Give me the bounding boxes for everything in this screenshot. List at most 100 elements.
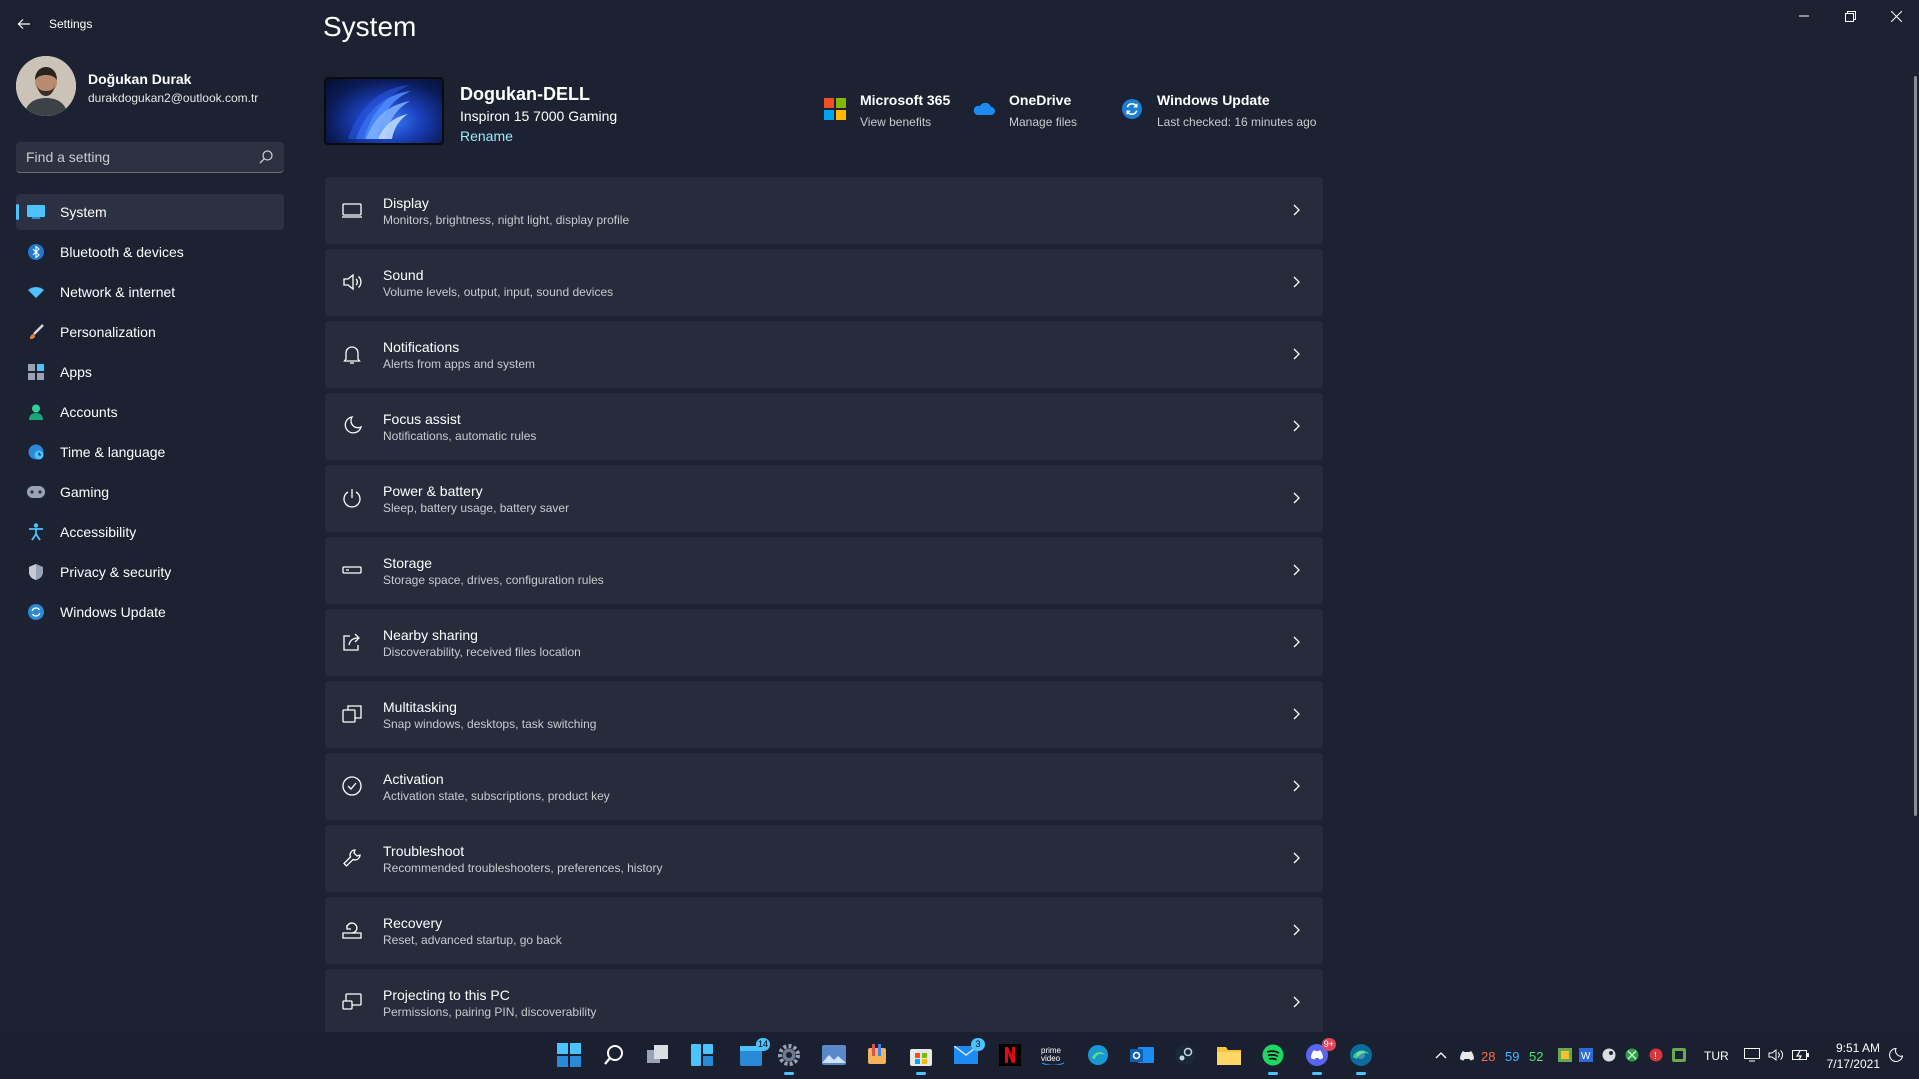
notification-center-button[interactable] bbox=[1883, 1042, 1909, 1068]
taskbar-app-settings[interactable] bbox=[776, 1042, 802, 1075]
widgets-button[interactable] bbox=[689, 1042, 715, 1068]
card-projecting[interactable]: Projecting to this PC Permissions, pairi… bbox=[325, 969, 1323, 1036]
restore-icon bbox=[1844, 10, 1856, 22]
start-button[interactable] bbox=[556, 1042, 582, 1068]
sidebar-item-label: System bbox=[60, 204, 107, 220]
taskbar-app-paint[interactable] bbox=[864, 1042, 890, 1068]
card-power-battery[interactable]: Power & battery Sleep, battery usage, ba… bbox=[325, 465, 1323, 532]
search-box[interactable] bbox=[16, 142, 284, 173]
taskbar-app-mail[interactable]: 3 bbox=[953, 1038, 985, 1068]
sidebar-item-bluetooth[interactable]: Bluetooth & devices bbox=[16, 234, 284, 270]
card-subtitle: Sleep, battery usage, battery saver bbox=[383, 501, 570, 515]
card-activation[interactable]: Activation Activation state, subscriptio… bbox=[325, 753, 1323, 820]
windows-logo-icon bbox=[557, 1043, 581, 1067]
taskbar-app-spotify[interactable] bbox=[1260, 1042, 1286, 1075]
taskbar-app-discord[interactable]: 9+ bbox=[1304, 1038, 1336, 1075]
tray-battery[interactable] bbox=[1788, 1042, 1814, 1068]
arrow-left-icon bbox=[17, 19, 30, 29]
title-bar: Settings bbox=[0, 0, 1919, 48]
quick-link-windows-update[interactable]: Windows Update Last checked: 16 minutes … bbox=[1121, 92, 1321, 132]
card-multitasking[interactable]: Multitasking Snap windows, desktops, tas… bbox=[325, 681, 1323, 748]
sidebar-item-privacy[interactable]: Privacy & security bbox=[16, 554, 284, 590]
tray-network[interactable] bbox=[1739, 1042, 1765, 1068]
quick-link-onedrive[interactable]: OneDrive Manage files bbox=[973, 92, 1093, 132]
taskbar-app-file-explorer[interactable] bbox=[1216, 1042, 1242, 1068]
card-notifications[interactable]: Notifications Alerts from apps and syste… bbox=[325, 321, 1323, 388]
taskbar-app-photos[interactable] bbox=[821, 1042, 847, 1068]
tray-volume[interactable] bbox=[1763, 1042, 1789, 1068]
taskbar-app-edge[interactable] bbox=[1085, 1042, 1111, 1068]
sidebar-item-network[interactable]: Network & internet bbox=[16, 274, 284, 310]
quick-link-title: Windows Update bbox=[1157, 92, 1270, 108]
sidebar-item-system[interactable]: System bbox=[16, 194, 284, 230]
card-nearby-sharing[interactable]: Nearby sharing Discoverability, received… bbox=[325, 609, 1323, 676]
card-storage[interactable]: Storage Storage space, drives, configura… bbox=[325, 537, 1323, 604]
back-button[interactable] bbox=[12, 12, 36, 36]
globe-clock-icon bbox=[27, 443, 45, 461]
rename-link[interactable]: Rename bbox=[460, 128, 513, 144]
quick-link-microsoft-365[interactable]: Microsoft 365 View benefits bbox=[824, 92, 954, 132]
search-icon bbox=[604, 1045, 623, 1065]
multitask-icon bbox=[342, 705, 362, 723]
tray-green-app[interactable] bbox=[1666, 1042, 1692, 1068]
sidebar-item-accounts[interactable]: Accounts bbox=[16, 394, 284, 430]
chevron-right-icon bbox=[1293, 996, 1300, 1008]
taskbar-app-netflix[interactable] bbox=[997, 1042, 1023, 1068]
user-profile[interactable]: Doğukan Durak durakdogukan2@outlook.com.… bbox=[16, 56, 286, 118]
taskbar: 14 3 prime video 9+ 28 59 52 W ! TUR 9:5… bbox=[0, 1032, 1919, 1079]
language-indicator[interactable]: TUR bbox=[1704, 1049, 1729, 1063]
sidebar-item-time-language[interactable]: Time & language bbox=[16, 434, 284, 470]
card-display[interactable]: Display Monitors, brightness, night ligh… bbox=[325, 177, 1323, 244]
search-input[interactable] bbox=[26, 142, 246, 172]
minimize-icon bbox=[1799, 15, 1809, 17]
tray-discord[interactable] bbox=[1454, 1042, 1480, 1068]
taskbar-app-prime-video[interactable]: prime video bbox=[1040, 1042, 1066, 1068]
card-recovery[interactable]: Recovery Reset, advanced startup, go bac… bbox=[325, 897, 1323, 964]
svg-text:W: W bbox=[1581, 1051, 1591, 1062]
sidebar-item-label: Windows Update bbox=[60, 604, 166, 620]
restore-button[interactable] bbox=[1827, 0, 1873, 32]
onedrive-cloud-icon bbox=[973, 102, 995, 115]
chevron-right-icon bbox=[1293, 348, 1300, 360]
sidebar-item-windows-update[interactable]: Windows Update bbox=[16, 594, 284, 630]
search-icon[interactable] bbox=[258, 149, 274, 165]
taskbar-app-outlook[interactable] bbox=[1129, 1042, 1155, 1068]
main-scrollbar[interactable] bbox=[1914, 76, 1917, 816]
taskbar-app-steam[interactable] bbox=[1172, 1042, 1198, 1068]
card-subtitle: Discoverability, received files location bbox=[383, 645, 581, 659]
show-hidden-icons-button[interactable] bbox=[1428, 1042, 1454, 1068]
card-troubleshoot[interactable]: Troubleshoot Recommended troubleshooters… bbox=[325, 825, 1323, 892]
taskbar-search-button[interactable] bbox=[601, 1042, 627, 1068]
bluetooth-icon bbox=[27, 243, 45, 261]
tray-temperature-1: 28 bbox=[1481, 1049, 1496, 1064]
card-subtitle: Storage space, drives, configuration rul… bbox=[383, 573, 604, 587]
clock[interactable]: 9:51 AM 7/17/2021 bbox=[1820, 1040, 1880, 1072]
card-title: Display bbox=[383, 195, 429, 211]
card-title: Recovery bbox=[383, 915, 443, 931]
tray-xbox[interactable] bbox=[1619, 1042, 1645, 1068]
task-view-button[interactable] bbox=[645, 1042, 671, 1068]
chevron-right-icon bbox=[1293, 276, 1300, 288]
sidebar-item-personalization[interactable]: Personalization bbox=[16, 314, 284, 350]
gamepad-icon bbox=[27, 483, 45, 501]
card-sound[interactable]: Sound Volume levels, output, input, soun… bbox=[325, 249, 1323, 316]
minimize-button[interactable] bbox=[1781, 0, 1827, 32]
card-focus-assist[interactable]: Focus assist Notifications, automatic ru… bbox=[325, 393, 1323, 460]
sidebar-item-apps[interactable]: Apps bbox=[16, 354, 284, 390]
sidebar-item-label: Accessibility bbox=[60, 524, 137, 540]
taskbar-app-calendar[interactable]: 14 bbox=[738, 1038, 770, 1068]
sidebar-item-gaming[interactable]: Gaming bbox=[16, 474, 284, 510]
sync-icon bbox=[1122, 99, 1142, 119]
check-circle-icon bbox=[342, 776, 362, 796]
sidebar-item-accessibility[interactable]: Accessibility bbox=[16, 514, 284, 550]
xbox-icon bbox=[1625, 1048, 1639, 1062]
taskbar-app-edge-beta[interactable] bbox=[1348, 1042, 1374, 1075]
speaker-icon bbox=[343, 273, 362, 291]
close-button[interactable] bbox=[1873, 0, 1919, 32]
widgets-icon bbox=[691, 1044, 713, 1066]
projector-icon bbox=[342, 993, 362, 1010]
system-icon bbox=[27, 203, 45, 221]
selection-indicator bbox=[16, 204, 19, 220]
taskbar-app-store[interactable] bbox=[908, 1042, 934, 1075]
card-title: Notifications bbox=[383, 339, 460, 355]
